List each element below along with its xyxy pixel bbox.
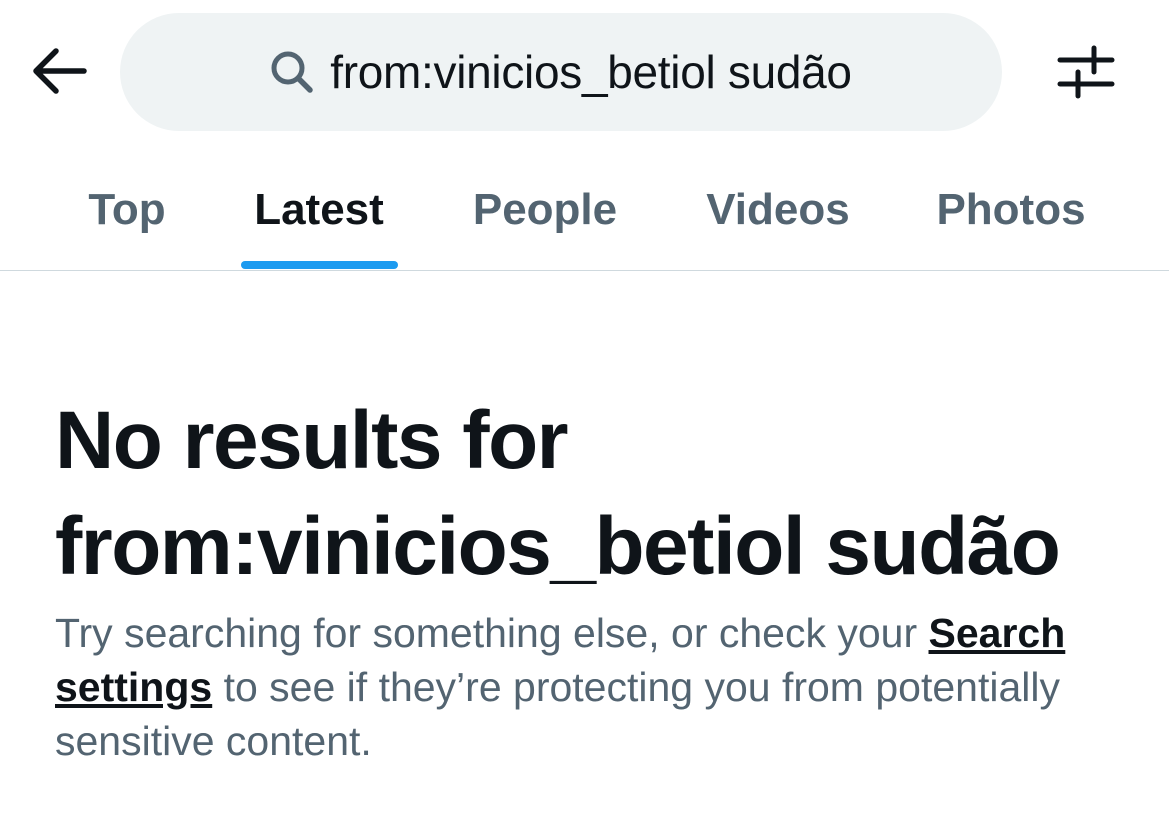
back-button[interactable] [22, 42, 98, 104]
tab-photos[interactable]: Photos [920, 150, 1102, 270]
empty-state-title-line-1: No results for [55, 395, 569, 486]
sliders-icon [1056, 44, 1116, 105]
empty-state-message-start: Try searching for something else, or che… [55, 610, 929, 656]
empty-state: No results for from:vinicios_betiol sudã… [55, 388, 1145, 768]
tab-top[interactable]: Top [52, 150, 202, 270]
empty-state-title-line-2: from:vinicios_betiol sudão [55, 501, 1061, 592]
search-input[interactable]: from:vinicios_betiol sudão [120, 13, 1002, 131]
empty-state-title: No results for from:vinicios_betiol sudã… [55, 388, 1145, 600]
active-tab-indicator [241, 261, 398, 269]
search-input-content: from:vinicios_betiol sudão [270, 45, 852, 99]
tab-people[interactable]: People [455, 150, 635, 270]
search-filter-button[interactable] [1050, 40, 1122, 108]
tab-latest[interactable]: Latest [230, 150, 408, 270]
search-icon [270, 50, 314, 94]
tab-videos[interactable]: Videos [690, 150, 866, 270]
arrow-left-icon [32, 47, 88, 99]
top-bar: from:vinicios_betiol sudão [0, 0, 1169, 150]
search-query-text: from:vinicios_betiol sudão [330, 46, 852, 98]
empty-state-message: Try searching for something else, or che… [55, 606, 1125, 768]
search-tabs: Top Latest People Videos Photos [0, 150, 1169, 271]
